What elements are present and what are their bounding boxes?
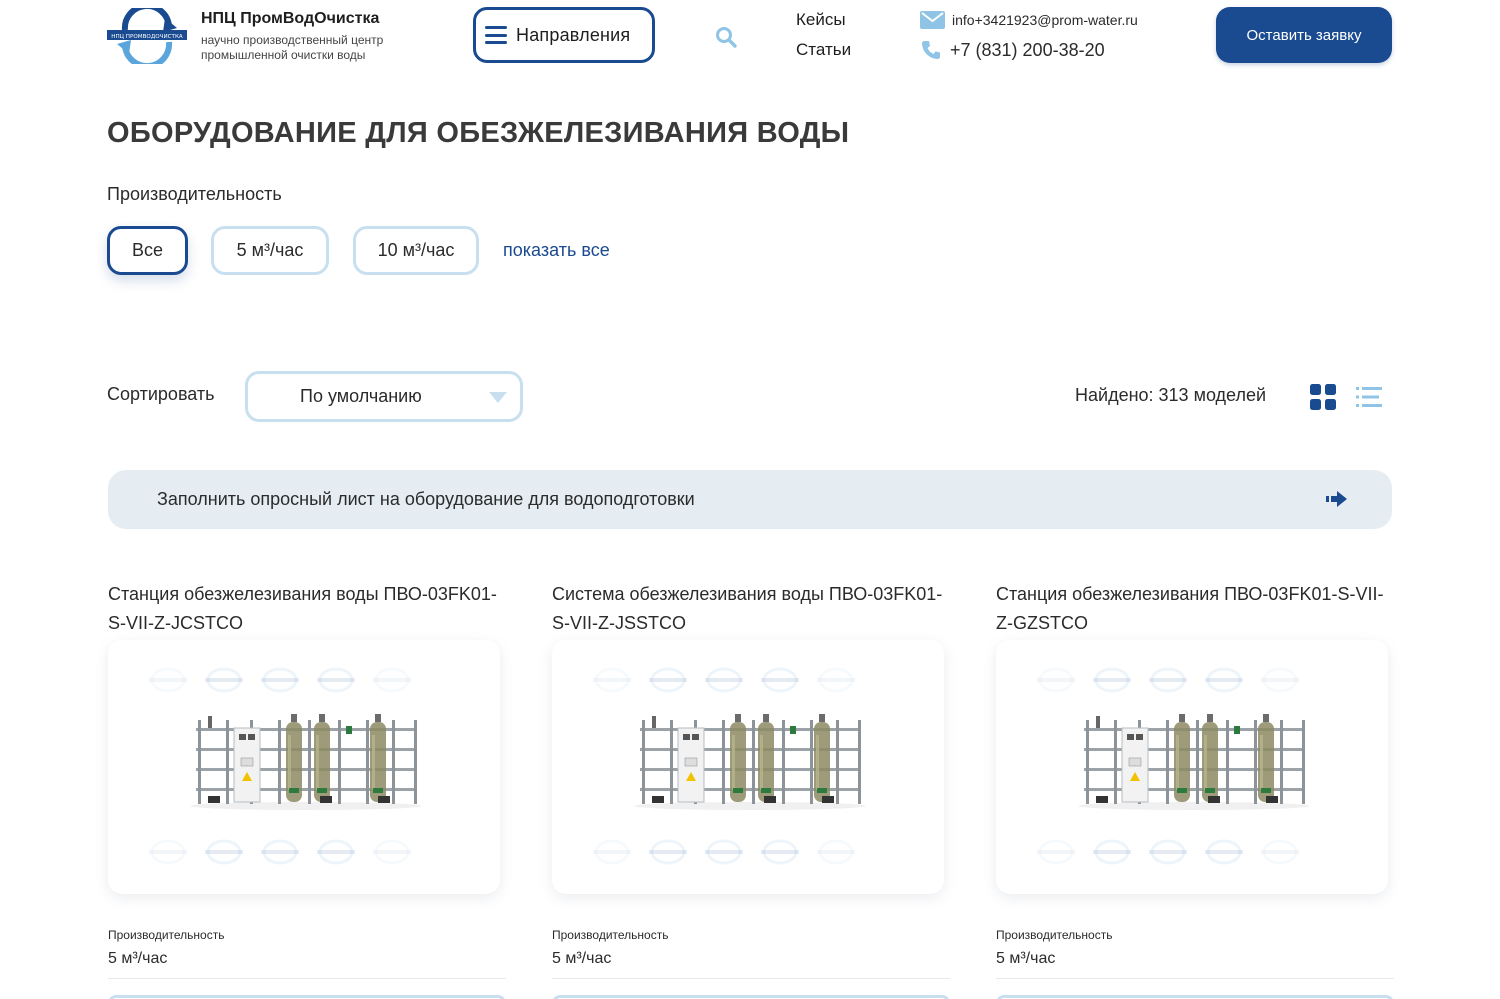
menu-icon [485,26,507,44]
chevron-down-icon [489,392,507,403]
questionnaire-banner[interactable]: Заполнить опросный лист на оборудование … [108,470,1392,529]
nav-link-cases[interactable]: Кейсы [796,10,846,30]
card-divider [996,978,1394,979]
product-title[interactable]: Система обезжелезивания воды ПВО-03FK01-… [552,580,950,640]
grid-view-icon[interactable] [1310,384,1336,410]
product-card: Станция обезжелезивания ПВО-03FK01-S-VII… [996,580,1394,999]
product-card: Система обезжелезивания воды ПВО-03FK01-… [552,580,950,999]
results-count: Найдено: 313 моделей [1075,385,1267,405]
company-logo[interactable]: НПЦ ПРОМВОДОЧИСТКА [107,8,187,64]
page-title: ОБОРУДОВАНИЕ ДЛЯ ОБЕЗЖЕЛЕЗИВАНИЯ ВОДЫ [107,117,850,149]
product-spec-value: 5 м³/час [552,950,612,967]
product-spec-value: 5 м³/час [108,950,168,967]
mail-icon [920,11,945,29]
filter-chip-5[interactable]: 5 м³/час [211,226,329,275]
request-button[interactable]: Оставить заявку [1216,7,1392,63]
arrow-right-icon [1326,491,1347,507]
product-image[interactable] [108,640,500,894]
search-icon[interactable] [714,25,738,49]
list-view-icon[interactable] [1356,386,1382,408]
card-action-button[interactable] [996,995,1394,999]
card-action-button[interactable] [108,995,506,999]
card-action-button[interactable] [552,995,950,999]
brand-name: НПЦ ПромВодОчистка [201,10,380,27]
brand-subtitle: научно производственный центр промышленн… [201,33,384,62]
nav-link-articles[interactable]: Статьи [796,40,851,60]
product-image[interactable] [552,640,944,894]
directions-menu-label: Направления [516,24,631,45]
card-divider [552,978,950,979]
filter-chip-all[interactable]: Все [107,226,188,275]
product-image[interactable] [996,640,1388,894]
product-spec-value: 5 м³/час [996,950,1056,967]
sort-select[interactable]: По умолчанию [245,371,523,422]
contact-phone-link[interactable]: +7 (831) 200-38-20 [950,40,1105,61]
product-spec-label: Производительность [552,928,669,942]
phone-icon [922,41,940,59]
sort-label: Сортировать [107,384,215,404]
contact-email-link[interactable]: info+3421923@prom-water.ru [952,12,1138,28]
sort-selected-value: По умолчанию [300,386,422,406]
logo-text: НПЦ ПРОМВОДОЧИСТКА [111,34,183,40]
product-card: Станция обезжелезивания воды ПВО-03FK01-… [108,580,506,999]
product-spec-label: Производительность [108,928,225,942]
card-divider [108,978,506,979]
filter-chip-10[interactable]: 10 м³/час [353,226,479,275]
site-header: НПЦ ПРОМВОДОЧИСТКА НПЦ ПромВодОчистка на… [0,0,1500,80]
directions-menu-button[interactable]: Направления [473,7,655,63]
show-all-filters-link[interactable]: показать все [503,240,610,261]
product-spec-label: Производительность [996,928,1113,942]
product-title[interactable]: Станция обезжелезивания ПВО-03FK01-S-VII… [996,580,1394,640]
capacity-filter-label: Производительность [107,184,282,204]
product-title[interactable]: Станция обезжелезивания воды ПВО-03FK01-… [108,580,506,640]
